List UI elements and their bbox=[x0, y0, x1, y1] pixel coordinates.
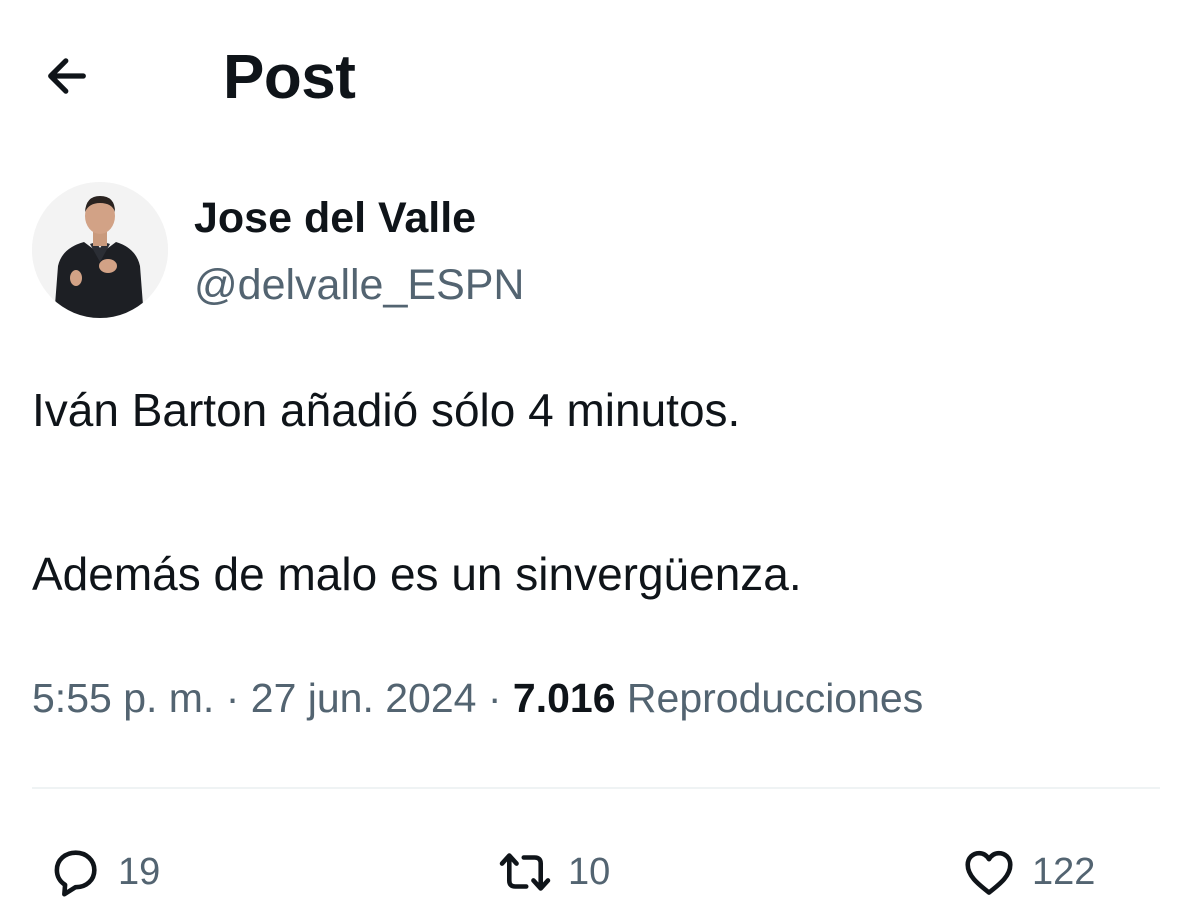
header-bar: Post bbox=[0, 0, 1190, 150]
page-title: Post bbox=[223, 43, 356, 112]
like-button[interactable]: 122 bbox=[960, 836, 1095, 908]
author-name[interactable]: Jose del Valle bbox=[194, 190, 476, 246]
author-handle[interactable]: @delvalle_ESPN bbox=[194, 257, 524, 313]
views-count: 7.016 bbox=[512, 675, 616, 721]
tweet-time[interactable]: 5:55 p. m. bbox=[32, 675, 214, 721]
views-label: Reproducciones bbox=[626, 675, 924, 721]
avatar[interactable] bbox=[32, 182, 168, 318]
meta-separator: · bbox=[476, 675, 513, 721]
like-count: 122 bbox=[1032, 851, 1096, 893]
back-button[interactable] bbox=[32, 44, 102, 108]
meta-separator: · bbox=[214, 675, 251, 721]
retweet-icon bbox=[499, 853, 551, 891]
reply-icon bbox=[54, 850, 97, 897]
tweet-meta: 5:55 p. m. · 27 jun. 2024 · 7.016 Reprod… bbox=[32, 670, 923, 726]
post-page: Post Jose del Valle @delvalle_ESPN Iván … bbox=[0, 0, 1190, 918]
tweet-date[interactable]: 27 jun. 2024 bbox=[251, 675, 477, 721]
reply-count: 19 bbox=[118, 851, 161, 893]
arrow-left-icon bbox=[48, 58, 86, 94]
tweet-text-line: Además de malo es un sinvergüenza. bbox=[32, 548, 802, 600]
tweet-text-line: Iván Barton añadió sólo 4 minutos. bbox=[32, 384, 741, 436]
reply-button[interactable]: 19 bbox=[46, 836, 160, 908]
divider bbox=[32, 787, 1160, 789]
heart-icon bbox=[965, 850, 1013, 895]
retweet-button[interactable]: 10 bbox=[496, 836, 610, 908]
retweet-count: 10 bbox=[568, 851, 611, 893]
